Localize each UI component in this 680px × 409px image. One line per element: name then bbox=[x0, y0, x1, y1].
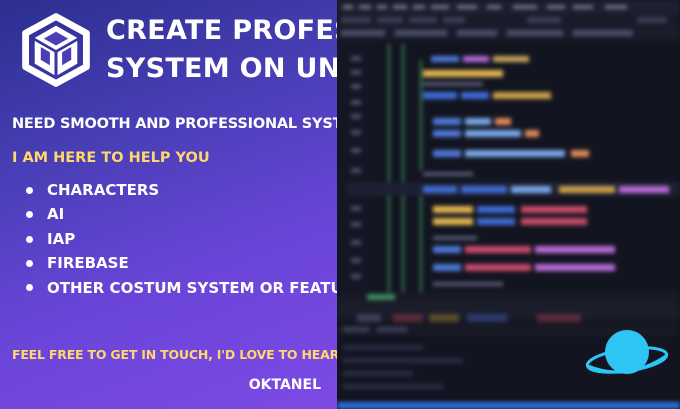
service-label: IAP bbox=[47, 229, 76, 248]
bullet-icon bbox=[26, 186, 33, 194]
title-line-1: CREATE PROFESIONAL bbox=[106, 15, 337, 46]
list-item: CHARACTERS bbox=[26, 178, 337, 202]
services-list: CHARACTERS AI IAP FIREBASE OTHER COSTUM … bbox=[26, 178, 337, 300]
bullet-icon bbox=[26, 259, 33, 267]
bullet-icon bbox=[26, 235, 33, 243]
service-label: FIREBASE bbox=[47, 254, 129, 273]
service-label: OTHER COSTUM SYSTEM OR FEATURES bbox=[47, 278, 337, 297]
service-label: CHARACTERS bbox=[47, 181, 160, 199]
signature: OKTANEL bbox=[248, 377, 321, 393]
title-line-2: SYSTEM ON UNITY bbox=[106, 53, 337, 84]
service-label: AI bbox=[47, 205, 65, 224]
unity-logo-icon bbox=[22, 13, 90, 87]
page-title: CREATE PROFESIONAL SYSTEM ON UNITY bbox=[106, 12, 337, 88]
question-text: NEED SMOOTH AND PROFESSIONAL SYSTEM ON U… bbox=[12, 116, 337, 132]
bullet-icon bbox=[26, 284, 33, 292]
list-item: OTHER COSTUM SYSTEM OR FEATURES bbox=[26, 276, 337, 300]
help-text: I AM HERE TO HELP YOU bbox=[12, 150, 210, 166]
list-item: FIREBASE bbox=[26, 251, 337, 275]
bullet-icon bbox=[26, 211, 33, 219]
promo-panel: CREATE PROFESIONAL SYSTEM ON UNITY NEED … bbox=[0, 0, 337, 409]
list-item: IAP bbox=[26, 227, 337, 251]
contact-text: FEEL FREE TO GET IN TOUCH, I'D LOVE TO H… bbox=[12, 347, 337, 362]
planet-orb-icon bbox=[585, 330, 669, 374]
list-item: AI bbox=[26, 202, 337, 226]
